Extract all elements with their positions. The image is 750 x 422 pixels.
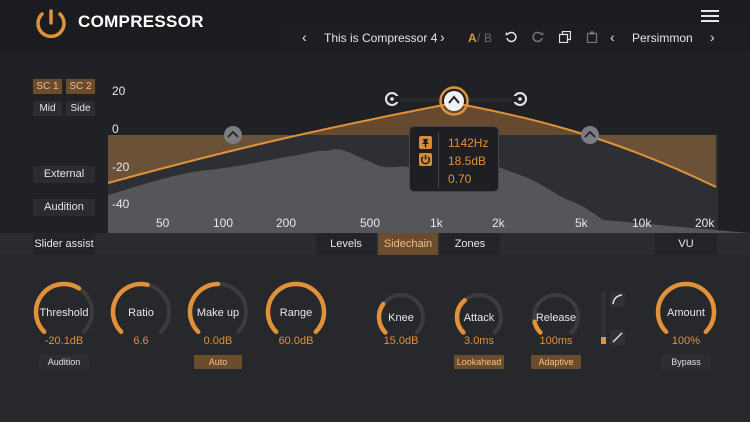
copy-icon[interactable] xyxy=(559,31,571,43)
tab-zones[interactable]: Zones xyxy=(440,233,500,255)
x-axis-label: 50 xyxy=(156,216,170,230)
x-axis-label: 500 xyxy=(360,216,381,230)
lookahead-button[interactable]: Lookahead xyxy=(454,355,504,369)
curve-linear-icon[interactable] xyxy=(610,330,625,345)
knob-value: 100% xyxy=(671,335,701,347)
preset-next-chevron-icon[interactable]: › xyxy=(440,29,445,45)
tooltip-q: 0.70 xyxy=(448,172,472,186)
undo-icon[interactable] xyxy=(505,31,517,43)
low-shelf-node-icon[interactable] xyxy=(223,125,243,145)
band-tooltip: 1142Hz 18.5dB 0.70 xyxy=(409,126,499,192)
x-axis-label: 100 xyxy=(213,216,234,230)
knob-label: Threshold xyxy=(39,307,89,319)
tab-vu[interactable]: VU xyxy=(655,233,717,255)
mid-button[interactable]: Mid xyxy=(33,101,62,116)
curve-log-icon[interactable] xyxy=(610,292,625,307)
side-button[interactable]: Side xyxy=(66,101,95,116)
knob-value: 15.0dB xyxy=(383,335,419,347)
ab-b-button[interactable]: B xyxy=(484,31,492,45)
external-button[interactable]: External xyxy=(33,166,95,183)
tooltip-frequency: 1142Hz xyxy=(448,136,489,150)
theme-prev-chevron-icon[interactable]: ‹ xyxy=(610,29,615,45)
app-title: COMPRESSOR xyxy=(78,12,204,31)
knob-value: -20.1dB xyxy=(44,335,84,347)
tooltip-divider xyxy=(438,132,439,188)
x-axis-label: 2k xyxy=(492,216,505,230)
adaptive-button[interactable]: Adaptive xyxy=(531,355,581,369)
knob-value: 3.0ms xyxy=(464,335,494,347)
preset-prev-chevron-icon[interactable]: ‹ xyxy=(302,29,307,45)
x-axis-label: 10k xyxy=(632,216,652,230)
audition-side-button[interactable]: Audition xyxy=(33,199,95,216)
knob-value: 60.0dB xyxy=(278,335,314,347)
x-axis-label: 200 xyxy=(276,216,297,230)
pin-icon[interactable] xyxy=(419,136,432,149)
x-axis-label: 5k xyxy=(575,216,588,230)
theme-next-chevron-icon[interactable]: › xyxy=(710,29,715,45)
band-power-icon[interactable] xyxy=(419,153,432,166)
ab-separator: / xyxy=(477,31,481,45)
hamburger-menu-icon[interactable] xyxy=(701,10,719,24)
knob-label: Make up xyxy=(196,307,240,319)
x-axis-label: 1k xyxy=(430,216,443,230)
knob-value: 100ms xyxy=(539,335,573,347)
knob-label: Release xyxy=(535,312,577,324)
y-axis-label: 20 xyxy=(112,84,126,98)
tooltip-gain: 18.5dB xyxy=(448,154,487,168)
y-axis-label: -20 xyxy=(112,160,130,174)
tab-levels[interactable]: Levels xyxy=(316,233,376,255)
y-axis-label: 0 xyxy=(112,122,119,136)
y-axis-label: -40 xyxy=(112,197,130,211)
bandwidth-left-handle-icon[interactable] xyxy=(384,91,400,107)
knob-value: 0.0dB xyxy=(203,335,233,347)
peak-node-icon[interactable] xyxy=(439,86,469,116)
redo-icon[interactable] xyxy=(532,31,544,43)
auto-button[interactable]: Auto xyxy=(194,355,242,369)
knob-label: Attack xyxy=(463,312,495,324)
release-curve-fill xyxy=(601,337,606,344)
knob-label: Amount xyxy=(667,307,705,319)
ab-a-button[interactable]: A xyxy=(468,31,477,45)
knob-value: 6.6 xyxy=(133,335,149,347)
knob-label: Range xyxy=(279,307,313,319)
header-bar: COMPRESSOR ‹ This is Compressor 4 › A / … xyxy=(0,0,750,52)
tab-bar: Slider assist Levels Sidechain Zones VU xyxy=(0,233,750,255)
bypass-button[interactable]: Bypass xyxy=(661,355,711,369)
x-axis-label: 20k xyxy=(695,216,715,230)
power-logo-icon xyxy=(36,9,66,38)
sc2-button[interactable]: SC 2 xyxy=(66,79,95,94)
preset-bar: ‹ This is Compressor 4 › A / B ‹ Persimm… xyxy=(280,24,750,52)
paste-icon[interactable] xyxy=(586,31,598,43)
high-shelf-node-icon[interactable] xyxy=(580,125,600,145)
knob-label: Knee xyxy=(388,312,414,324)
bandwidth-right-handle-icon[interactable] xyxy=(512,91,528,107)
preset-name[interactable]: This is Compressor 4 xyxy=(324,31,437,45)
sc1-button[interactable]: SC 1 xyxy=(33,79,62,94)
tab-slider-assist[interactable]: Slider assist xyxy=(33,233,95,255)
knob-label: Ratio xyxy=(128,307,154,319)
tab-sidechain[interactable]: Sidechain xyxy=(378,233,438,255)
theme-name[interactable]: Persimmon xyxy=(632,31,693,45)
audition-knob-button[interactable]: Audition xyxy=(39,355,89,369)
